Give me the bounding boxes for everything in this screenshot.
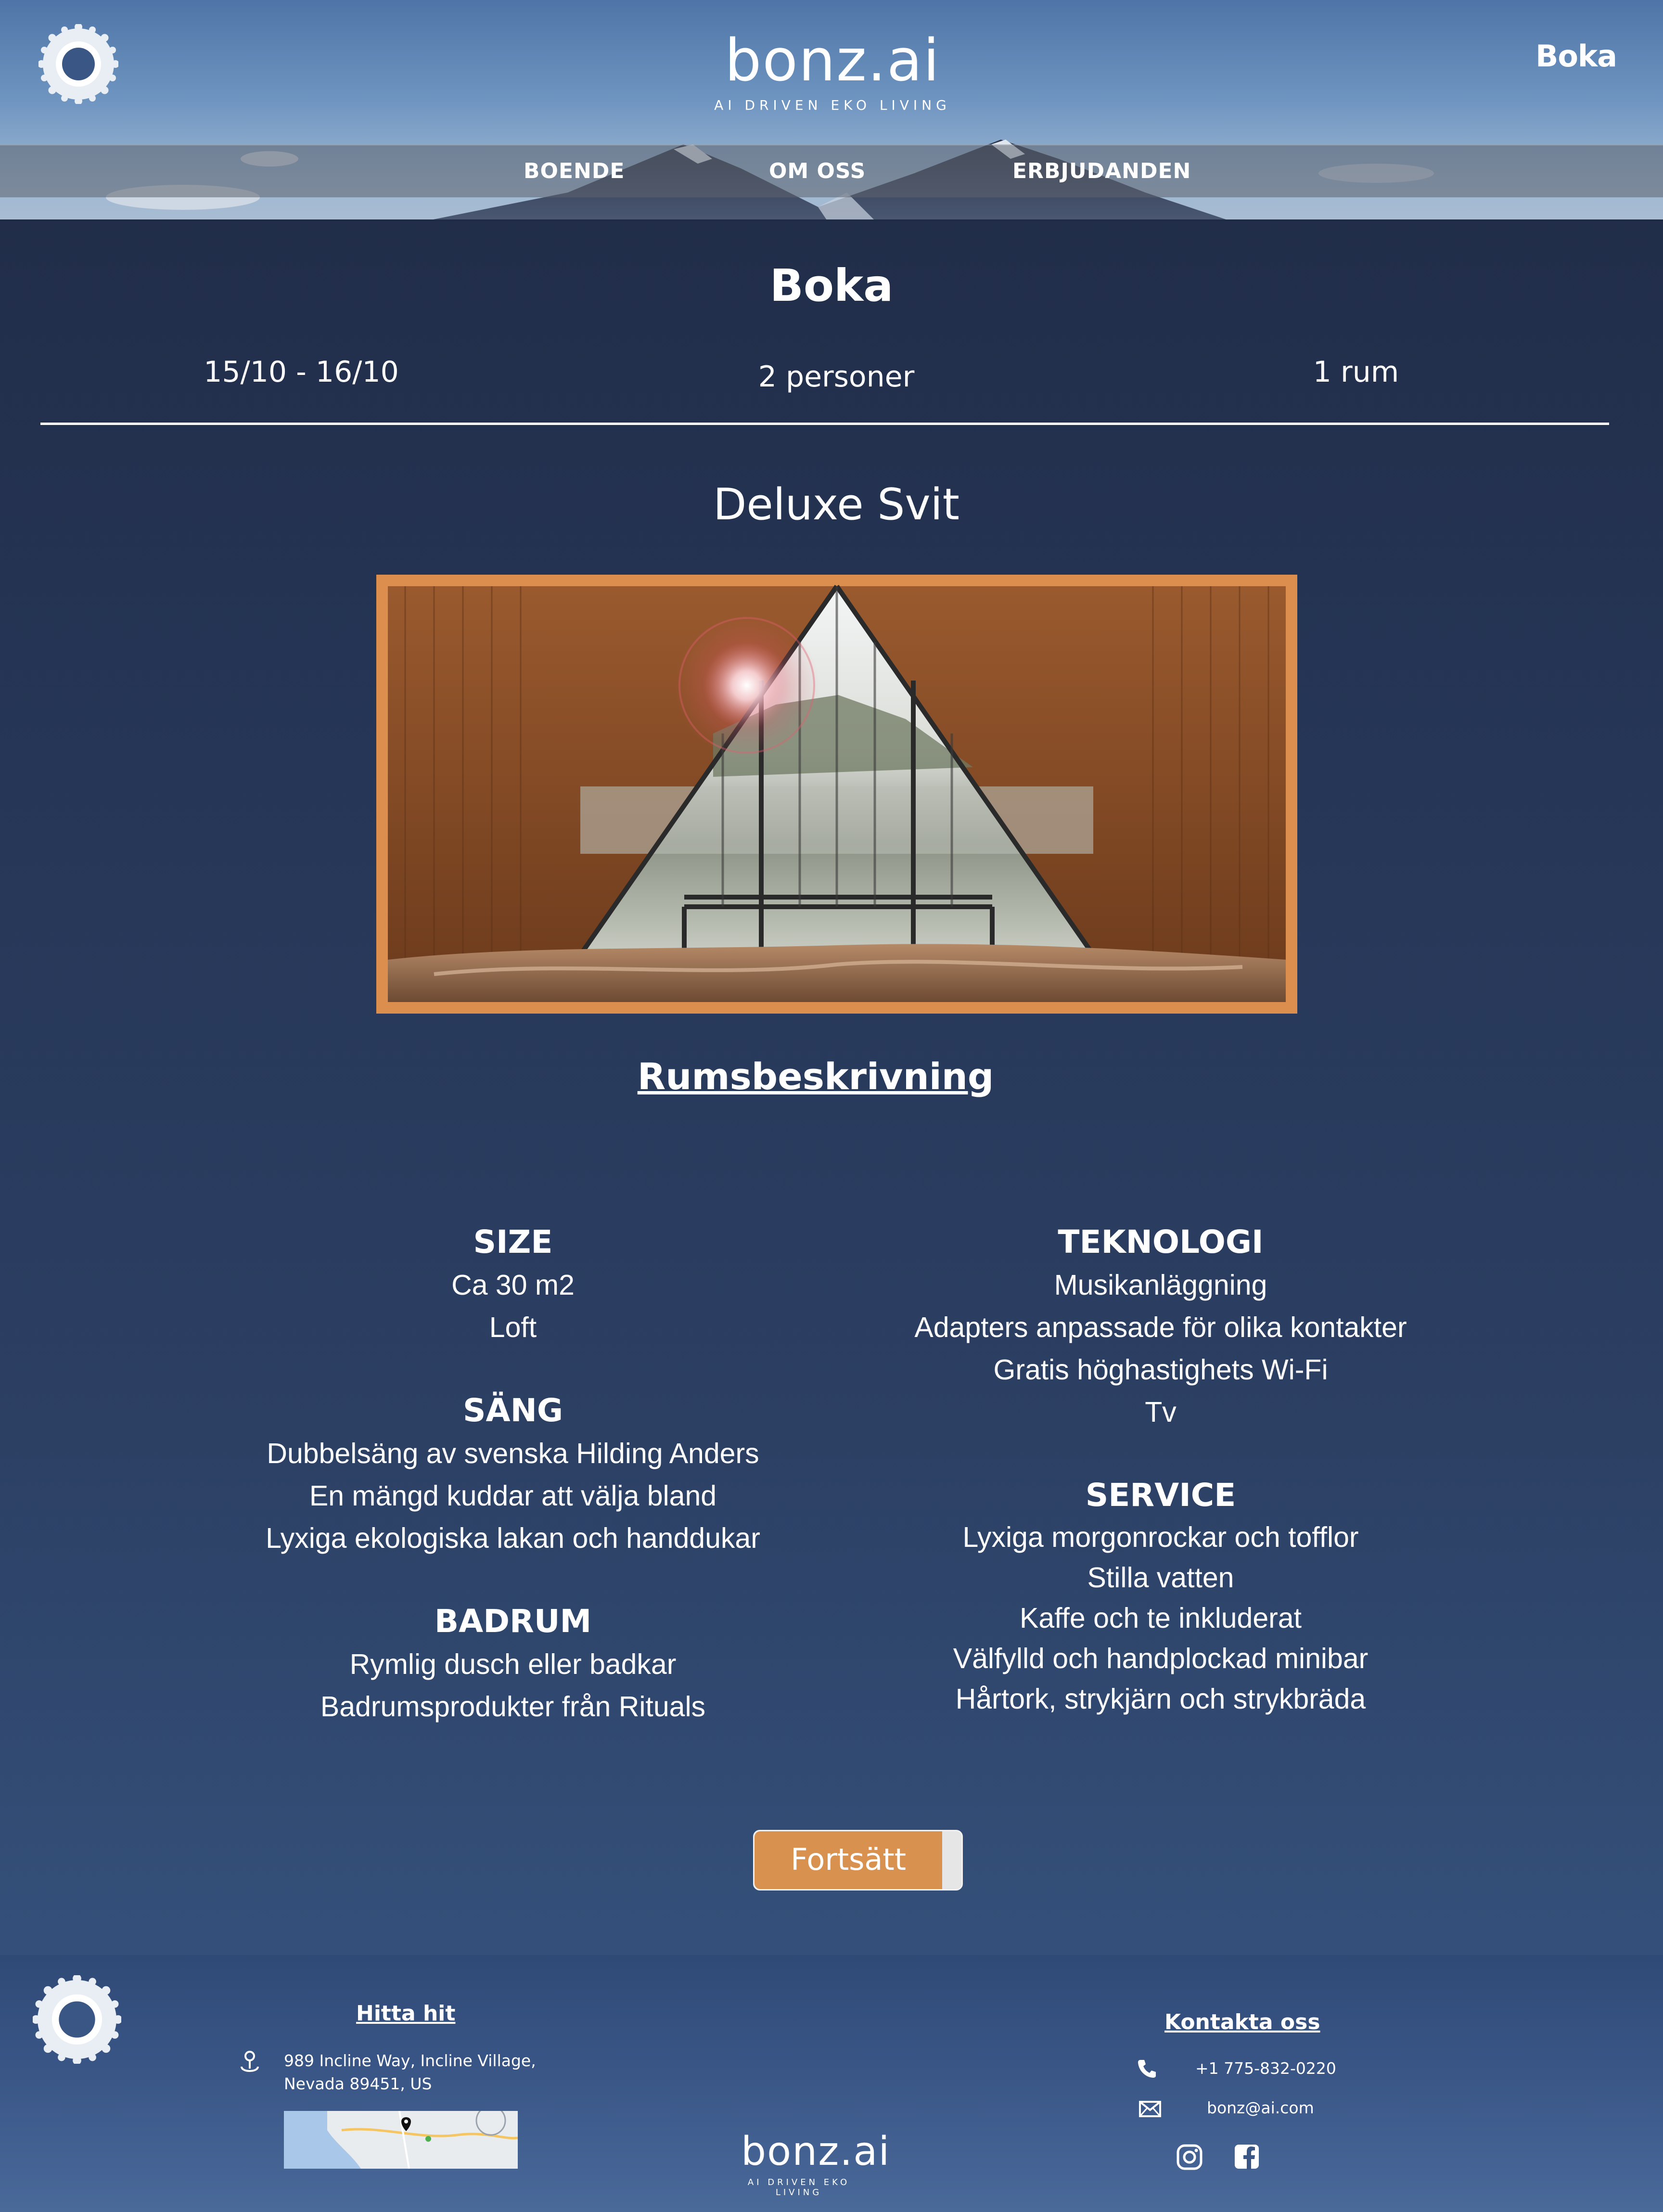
booking-guests[interactable]: 2 personer <box>758 360 915 394</box>
feature-item: Tv <box>1145 1396 1177 1428</box>
facebook-icon[interactable] <box>1234 2144 1260 2170</box>
footer-contact-link[interactable]: Kontakta oss <box>1164 2010 1320 2034</box>
feature-item: Dubbelsäng av svenska Hilding Anders <box>267 1438 759 1469</box>
header-boka-link[interactable]: Boka <box>1535 39 1617 74</box>
feature-heading-technology: TEKNOLOGI <box>1058 1223 1264 1260</box>
footer-phone[interactable]: +1 775-832-0220 <box>1195 2057 1336 2080</box>
feature-heading-size: SIZE <box>473 1223 553 1260</box>
feature-item: Stilla vatten <box>1087 1562 1234 1594</box>
feature-item: Rymlig dusch eller badkar <box>349 1648 677 1680</box>
feature-heading-bathroom: BADRUM <box>434 1603 592 1640</box>
feature-item: Lyxiga morgonrockar och tofflor <box>962 1521 1359 1553</box>
footer-brand[interactable]: bonz.ai AI DRIVEN EKO LIVING <box>741 2129 891 2198</box>
header-brand[interactable]: bonz.ai AI DRIVEN EKO LIVING <box>674 27 991 114</box>
room-name: Deluxe Svit <box>713 479 959 530</box>
sun-logo-icon[interactable] <box>33 1975 121 2064</box>
feature-item: Musikanläggning <box>1054 1269 1267 1301</box>
continue-button[interactable]: Fortsätt <box>753 1830 963 1890</box>
feature-heading-service: SERVICE <box>1085 1477 1236 1514</box>
nav-item-erbjudanden[interactable]: ERBJUDANDEN <box>1012 159 1191 183</box>
footer-address-line2: Nevada 89451, US <box>284 2074 432 2093</box>
booking-rooms[interactable]: 1 rum <box>1313 355 1399 389</box>
feature-item: Adapters anpassade för olika kontakter <box>914 1312 1407 1343</box>
features-right-column: TEKNOLOGI Musikanläggning Adapters anpas… <box>914 1221 1407 1719</box>
instagram-icon[interactable] <box>1176 2144 1203 2171</box>
feature-item: Badrumsprodukter från Rituals <box>320 1691 706 1723</box>
footer-address-line1: 989 Incline Way, Incline Village, <box>284 2051 536 2070</box>
room-image <box>376 575 1297 1014</box>
feature-item: Hårtork, strykjärn och strykbräda <box>955 1683 1366 1715</box>
main-nav: BOENDE OM OSS ERBJUDANDEN <box>0 144 1663 197</box>
sun-logo-icon[interactable] <box>38 24 118 104</box>
footer-brand-tagline: AI DRIVEN EKO LIVING <box>747 2177 850 2198</box>
footer-find-us-link[interactable]: Hitta hit <box>356 2001 455 2026</box>
footer-email[interactable]: bonz@ai.com <box>1207 2096 1314 2120</box>
summary-divider <box>40 423 1609 425</box>
brand-name: bonz.ai <box>725 27 940 94</box>
page-title: Boka <box>769 260 894 311</box>
feature-item: Ca 30 m2 <box>451 1269 575 1301</box>
location-pin-icon <box>241 2051 259 2072</box>
footer-map[interactable] <box>284 2111 518 2169</box>
features-left-column: SIZE Ca 30 m2 Loft SÄNG Dubbelsäng av sv… <box>266 1221 760 1728</box>
feature-item: Loft <box>489 1312 537 1343</box>
footer-brand-name: bonz.ai <box>741 2129 891 2174</box>
site-header: bonz.ai AI DRIVEN EKO LIVING Boka BOENDE… <box>0 0 1663 221</box>
brand-tagline: AI DRIVEN EKO LIVING <box>714 97 951 113</box>
feature-item: Kaffe och te inkluderat <box>1019 1602 1302 1634</box>
room-description-link[interactable]: Rumsbeskrivning <box>0 1055 1631 1098</box>
mail-icon[interactable] <box>1139 2100 1162 2118</box>
booking-dates[interactable]: 15/10 - 16/10 <box>204 355 399 389</box>
feature-heading-bed: SÄNG <box>462 1392 563 1429</box>
feature-item: Gratis höghastighets Wi-Fi <box>993 1354 1328 1386</box>
nav-item-boende[interactable]: BOENDE <box>524 159 625 183</box>
phone-icon[interactable] <box>1137 2058 1157 2078</box>
feature-item: Lyxiga ekologiska lakan och handdukar <box>266 1522 760 1554</box>
continue-button-label: Fortsätt <box>755 1831 942 1889</box>
feature-item: Välfylld och handplockad minibar <box>953 1643 1369 1674</box>
nav-item-om-oss[interactable]: OM OSS <box>769 159 866 183</box>
feature-item: En mängd kuddar att välja bland <box>309 1480 717 1512</box>
